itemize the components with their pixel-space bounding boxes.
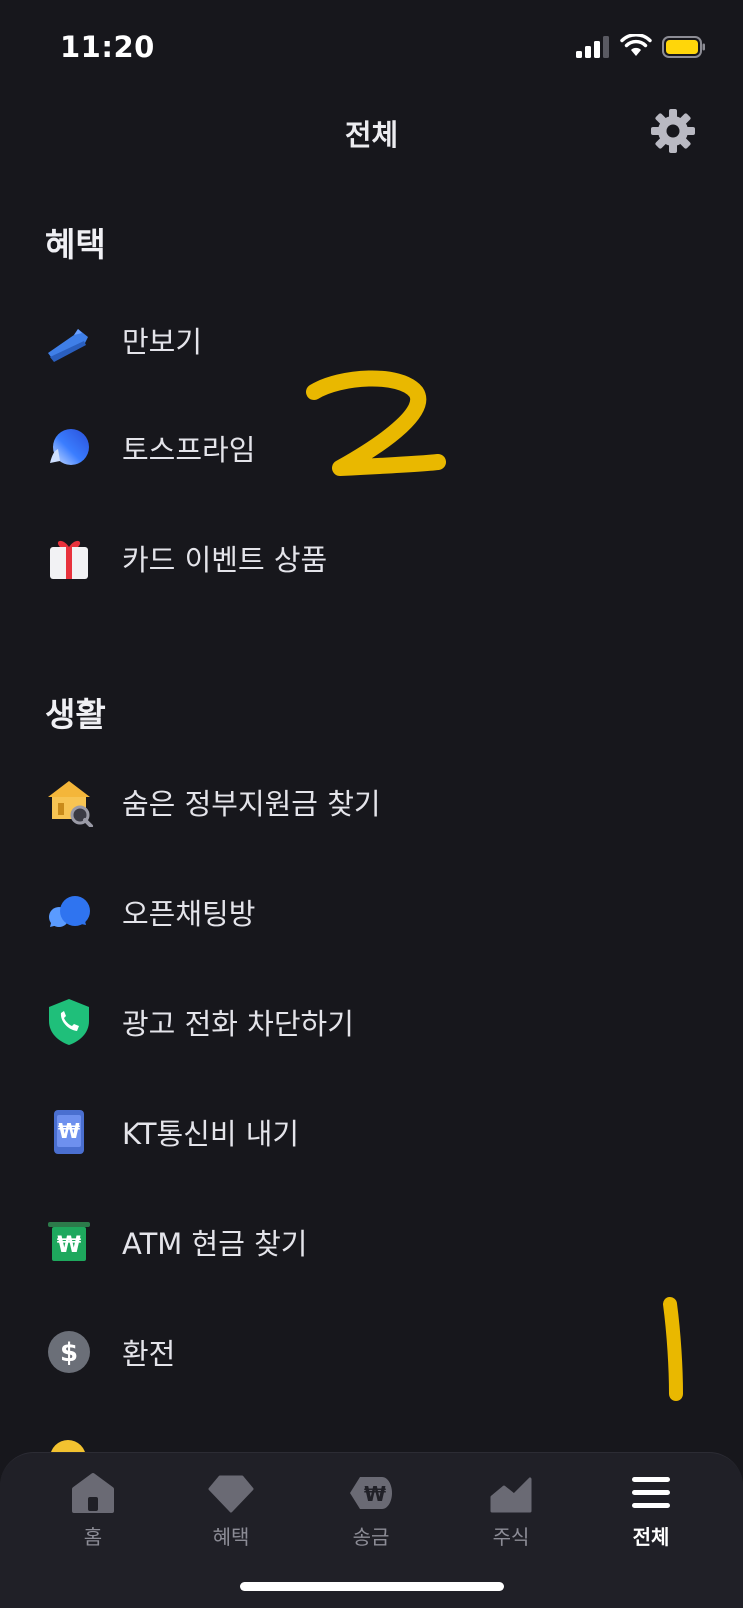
section-title-life: 생활 <box>45 695 106 734</box>
menu-item-label: ATM 현금 찾기 <box>122 1227 308 1261</box>
menu-item-label: KT통신비 내기 <box>122 1117 300 1151</box>
won-transfer-icon: ₩ <box>350 1477 392 1509</box>
svg-text:₩: ₩ <box>364 1482 386 1506</box>
tab-home[interactable]: 홈 <box>38 1471 148 1561</box>
home-indicator <box>240 1582 504 1591</box>
tab-label: 홈 <box>83 1525 103 1549</box>
menu-item-label: 토스프라임 <box>122 433 256 467</box>
menu-item-currency-exchange[interactable]: $ 환전 <box>0 1304 743 1400</box>
phone-won-icon: ₩ <box>44 1107 94 1157</box>
tab-all[interactable]: 전체 <box>596 1471 706 1561</box>
cellular-signal-icon <box>576 36 609 58</box>
page-title: 전체 <box>344 118 399 152</box>
wifi-icon <box>620 34 652 56</box>
menu-item-label: 환전 <box>122 1337 176 1371</box>
chat-bubbles-icon <box>44 887 94 937</box>
menu-item-gov-subsidy[interactable]: 숨은 정부지원금 찾기 <box>0 754 743 850</box>
tab-label: 혜택 <box>212 1525 250 1549</box>
svg-text:$: $ <box>60 1338 78 1368</box>
section-title-benefits: 혜택 <box>45 225 106 264</box>
home-icon <box>72 1473 114 1513</box>
government-building-icon <box>44 777 94 827</box>
dollar-coin-icon: $ <box>44 1327 94 1377</box>
menu-item-card-event[interactable]: 카드 이벤트 상품 <box>0 510 743 606</box>
menu-item-label: 광고 전화 차단하기 <box>122 1007 354 1041</box>
menu-item-label: 카드 이벤트 상품 <box>122 543 328 577</box>
tab-benefits[interactable]: 혜택 <box>176 1471 286 1561</box>
menu-item-label: 오픈채팅방 <box>122 897 256 931</box>
battery-icon <box>662 36 705 58</box>
svg-text:₩: ₩ <box>58 1119 80 1143</box>
status-bar: 11:20 <box>0 0 743 90</box>
status-time: 11:20 <box>60 30 155 64</box>
gear-icon[interactable] <box>650 108 696 154</box>
gift-icon <box>44 533 94 583</box>
tab-label: 주식 <box>492 1525 530 1549</box>
prime-bubble-icon <box>44 423 94 473</box>
menu-item-label: 만보기 <box>122 325 203 359</box>
diamond-icon <box>208 1475 254 1513</box>
menu-item-block-spam-calls[interactable]: 광고 전화 차단하기 <box>0 974 743 1070</box>
tab-stocks[interactable]: 주식 <box>456 1471 566 1561</box>
menu-icon <box>632 1477 670 1508</box>
menu-item-kt-bill[interactable]: ₩ KT통신비 내기 <box>0 1084 743 1180</box>
stock-chart-icon <box>490 1477 532 1513</box>
menu-item-label: 숨은 정부지원금 찾기 <box>122 787 381 821</box>
menu-item-open-chat[interactable]: 오픈채팅방 <box>0 864 743 960</box>
menu-item-toss-prime[interactable]: 토스프라임 <box>0 400 743 496</box>
tab-label: 전체 <box>632 1525 670 1549</box>
atm-won-icon: ₩ <box>44 1217 94 1267</box>
sneaker-icon <box>44 315 94 365</box>
shield-phone-icon <box>44 997 94 1047</box>
tab-label: 송금 <box>352 1525 390 1549</box>
menu-item-atm-cash[interactable]: ₩ ATM 현금 찾기 <box>0 1194 743 1290</box>
svg-text:₩: ₩ <box>57 1233 81 1258</box>
tab-transfer[interactable]: ₩ 송금 <box>316 1471 426 1561</box>
menu-item-pedometer[interactable]: 만보기 <box>0 292 743 388</box>
